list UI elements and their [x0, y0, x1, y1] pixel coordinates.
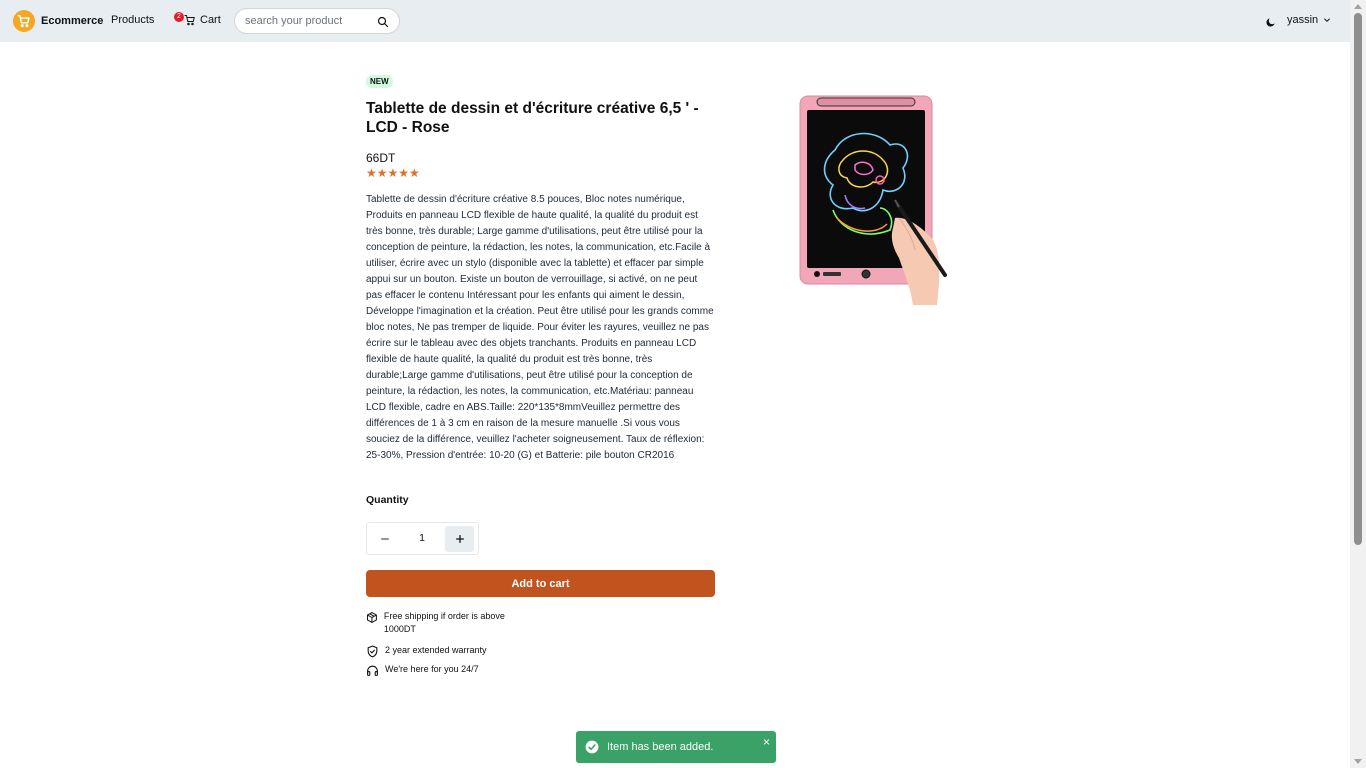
theme-toggle[interactable]: [1265, 15, 1276, 33]
product-image: [795, 90, 955, 310]
quantity-stepper: 1: [366, 522, 479, 555]
navbar: Ecommerce Products 2 Cart yassin: [0, 0, 1350, 42]
feature-support: We're here for you 24/7: [366, 663, 479, 677]
nav-products-link[interactable]: Products: [111, 14, 154, 26]
quantity-increase-button[interactable]: [445, 526, 474, 552]
cart-label: Cart: [200, 14, 221, 26]
check-circle-icon: [585, 740, 599, 754]
new-badge: NEW: [366, 75, 393, 88]
user-menu[interactable]: yassin: [1287, 14, 1331, 26]
scrollbar-thumb[interactable]: [1354, 13, 1362, 545]
cart-count-badge: 2: [174, 12, 184, 22]
shield-check-icon: [367, 645, 378, 658]
quantity-value: 1: [419, 532, 425, 544]
feature-free-shipping: Free shipping if order is above 1000DT: [366, 610, 526, 636]
feature-warranty: 2 year extended warranty: [366, 644, 487, 658]
minus-icon: [381, 538, 389, 540]
cart-icon: [184, 15, 195, 26]
close-icon[interactable]: ×: [763, 735, 770, 749]
feature-text: We're here for you 24/7: [385, 664, 479, 674]
search-icon: [377, 16, 389, 28]
search-button[interactable]: [377, 15, 389, 33]
chevron-down-icon: [1324, 18, 1331, 22]
search-input[interactable]: [243, 14, 377, 28]
username: yassin: [1287, 14, 1319, 26]
toast-message: Item has been added.: [607, 741, 714, 753]
product-description: Tablette de dessin d'écriture créative 8…: [366, 194, 714, 461]
quantity-decrease-button[interactable]: [371, 526, 399, 552]
quantity-label: Quantity: [366, 494, 409, 506]
feature-text: Free shipping if order is above 1000DT: [383, 611, 505, 634]
logo[interactable]: Ecommerce: [13, 10, 103, 32]
nav-cart-link[interactable]: 2 Cart: [174, 12, 221, 26]
product-price: 66DT: [366, 151, 396, 165]
search-box: [234, 8, 400, 34]
product-title: Tablette de dessin et d'écriture créativ…: [366, 100, 699, 136]
scroll-up-arrow[interactable]: [1354, 4, 1362, 9]
page-scrollbar[interactable]: [1350, 0, 1366, 768]
feature-text: 2 year extended warranty: [385, 645, 487, 655]
rating-stars: ★★★★★: [366, 166, 420, 180]
scroll-down-arrow[interactable]: [1354, 759, 1362, 764]
moon-icon: [1266, 18, 1275, 27]
cart-logo-icon: [13, 10, 35, 32]
package-icon: [366, 612, 377, 623]
add-to-cart-button[interactable]: Add to cart: [366, 570, 715, 597]
headphones-icon: [367, 665, 378, 676]
plus-icon: [455, 535, 464, 543]
toast-notification: Item has been added. ×: [576, 731, 776, 763]
brand-name: Ecommerce: [41, 15, 104, 27]
